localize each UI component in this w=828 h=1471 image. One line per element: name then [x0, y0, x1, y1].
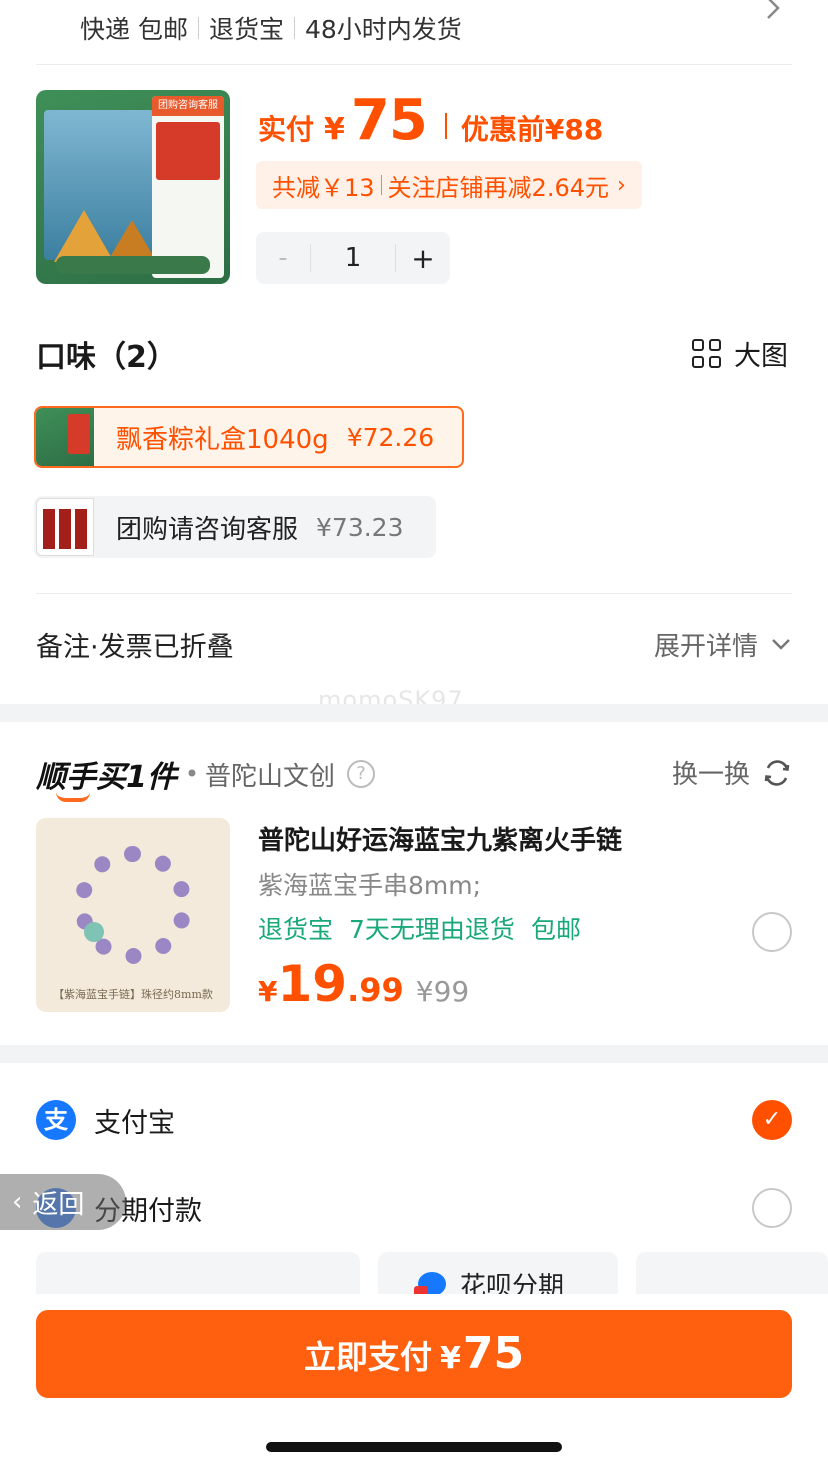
option-label: 飘香粽礼盒1040g — [116, 424, 329, 455]
installment-card[interactable] — [36, 1252, 360, 1294]
selected-check-icon[interactable]: ✓ — [752, 1100, 792, 1140]
chevron-right-icon[interactable] — [762, 0, 784, 24]
image-caption: 【紫海蓝宝手链】珠径约8mm款 — [53, 988, 213, 1001]
option-label: 团购请咨询客服 — [116, 514, 299, 545]
payment-label: 支付宝 — [94, 1107, 175, 1139]
home-indicator[interactable] — [266, 1442, 562, 1452]
price-integer: 19 — [277, 955, 348, 1013]
tag-divider — [293, 17, 295, 39]
pay-label: 实付 — [258, 113, 315, 146]
discount-follow-store: 关注店铺再减2.64元 — [387, 173, 609, 202]
shipping-tags-row: 快递 包邮 退货宝 48小时内发货 — [80, 8, 800, 48]
option-price: ¥72.26 — [346, 422, 435, 452]
addon-spec: 紫海蓝宝手串8mm; — [258, 871, 482, 900]
bead-graphic — [84, 922, 104, 942]
remark-row[interactable]: 备注·发票已折叠 展开详情 — [36, 620, 792, 668]
brand-strip — [56, 256, 210, 274]
discount-total: 共减￥13 — [272, 173, 375, 202]
price-decimal: .99 — [347, 971, 404, 1009]
installment-card[interactable] — [636, 1252, 828, 1294]
pay-now-button[interactable]: 立即支付 ¥ 75 — [36, 1310, 792, 1398]
shipping-tag-return-insurance: 退货宝 — [208, 15, 284, 44]
payment-option-alipay[interactable]: 支 支付宝 — [36, 1090, 792, 1150]
addon-price: ¥ 19 .99 ¥99 — [258, 955, 469, 1013]
bracelet-graphic — [74, 846, 192, 964]
swap-button[interactable]: 换一换 — [672, 754, 792, 791]
flavor-title: 口味（2） — [36, 340, 177, 375]
swap-label: 换一换 — [671, 760, 750, 790]
quantity-stepper: - 1 + — [256, 232, 450, 284]
divider — [36, 593, 792, 594]
pay-button-amount: 75 — [462, 1328, 525, 1379]
original-price: ¥99 — [415, 975, 470, 1008]
service-tag: 退货宝 — [258, 915, 334, 944]
back-label: 返回 — [32, 1189, 85, 1220]
addon-product-image[interactable]: 【紫海蓝宝手链】珠径约8mm款 — [36, 818, 230, 1012]
addon-store-name: 普陀山文创 — [205, 761, 336, 792]
option-price: ¥73.23 — [316, 512, 404, 542]
flavor-option-gift-box[interactable]: 飘香粽礼盒1040g ¥72.26 — [34, 406, 464, 468]
expand-label: 展开详情 — [653, 631, 758, 662]
installment-radio[interactable] — [752, 1188, 792, 1228]
refresh-icon — [764, 759, 790, 786]
before-discount-label: 优惠前 — [460, 113, 545, 146]
info-badge — [156, 122, 220, 180]
big-image-button[interactable]: 大图 — [692, 334, 788, 373]
pay-amount: 75 — [350, 88, 428, 153]
shipping-tag-express: 快递 包邮 — [80, 15, 188, 44]
service-tag: 包邮 — [530, 915, 581, 944]
chevron-down-icon — [772, 639, 790, 650]
back-button[interactable]: ‹ 返回 — [0, 1174, 126, 1230]
addon-header: 顺手买1件 • 普陀山文创 ? — [36, 752, 376, 802]
currency-symbol: ¥ — [439, 1341, 461, 1376]
option-thumbnail — [36, 408, 94, 466]
discount-info-button[interactable]: 共减￥13 关注店铺再减2.64元 › — [256, 161, 642, 209]
payment-option-installment[interactable]: 分期付款 — [36, 1178, 792, 1238]
grid-icon — [692, 338, 722, 369]
separator-dot: • — [184, 760, 200, 788]
divider — [36, 64, 792, 65]
before-discount-amount: ¥88 — [544, 113, 604, 146]
expand-details-button[interactable]: 展开详情 — [654, 626, 792, 663]
big-image-label: 大图 — [734, 341, 788, 372]
chevron-right-icon: › — [616, 172, 626, 198]
quantity-value[interactable]: 1 — [310, 244, 396, 272]
addon-select-radio[interactable] — [752, 912, 792, 952]
remark-label: 备注·发票已折叠 — [36, 631, 234, 663]
alipay-icon: 支 — [36, 1100, 76, 1140]
shipping-tag-dispatch: 48小时内发货 — [304, 15, 462, 44]
zongzi-graphic — [54, 210, 114, 262]
huabei-label: 花呗分期 — [460, 1272, 565, 1294]
product-image[interactable]: 团购咨询客服 — [36, 90, 230, 284]
section-separator — [0, 704, 828, 722]
service-tag: 7天无理由退货 — [349, 915, 515, 944]
currency-symbol: ¥ — [324, 112, 345, 147]
currency-symbol: ¥ — [258, 975, 278, 1008]
section-separator — [0, 1045, 828, 1063]
huabei-icon — [414, 1272, 446, 1294]
product-image-caption: 团购咨询客服 — [152, 96, 224, 116]
addon-title[interactable]: 普陀山好运海蓝宝九紫离火手链 — [258, 820, 622, 857]
tag-divider — [197, 17, 199, 39]
pay-button-label: 立即支付 — [303, 1338, 432, 1376]
increase-button[interactable]: + — [396, 242, 450, 275]
chevron-left-icon: ‹ — [12, 1187, 23, 1217]
price-summary: 实付 ¥ 75 优惠前 ¥88 — [258, 88, 604, 153]
help-icon[interactable]: ? — [347, 760, 376, 788]
decrease-button[interactable]: - — [256, 243, 310, 273]
addon-logo: 顺手买1件 — [36, 752, 177, 802]
installment-card-huabei[interactable]: 花呗分期 — [378, 1252, 618, 1294]
price-divider — [444, 113, 447, 139]
discount-divider — [380, 175, 382, 195]
option-thumbnail — [36, 498, 94, 556]
flavor-option-group-buy[interactable]: 团购请咨询客服 ¥73.23 — [34, 496, 436, 558]
addon-service-tags: 退货宝 7天无理由退货 包邮 — [258, 910, 581, 946]
